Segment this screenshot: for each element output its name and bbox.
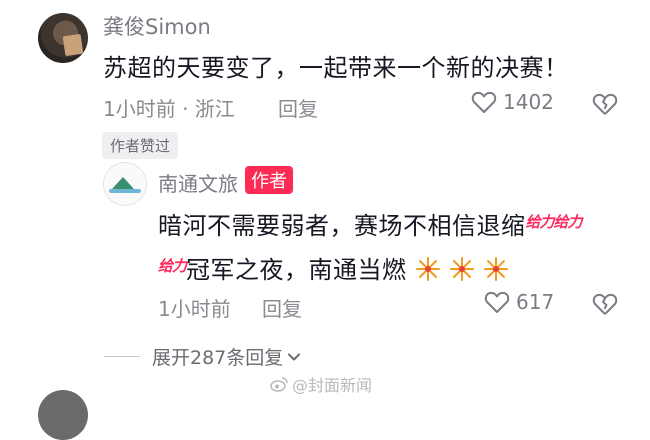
expand-replies-button[interactable]: 展开287条回复 [152,343,302,370]
expand-replies-label: 展开287条回复 [152,347,284,369]
weibo-icon [270,377,288,392]
divider [104,356,140,357]
commenter-username[interactable]: 龚俊Simon [103,11,211,41]
dislike-button-2[interactable] [592,292,618,320]
heart-broken-icon [592,93,618,115]
avatar-author[interactable] [103,162,147,206]
firework-emoji [415,257,440,281]
reply-text-part2: 冠军之夜，南通当燃 [186,256,407,284]
comment-time-location: 1小时前 · 浙江 [103,97,235,121]
avatar-commenter[interactable] [38,13,88,63]
chevron-down-icon [288,353,301,360]
reply-text-line1: 暗河不需要弱者，赛场不相信退缩给力给力 [158,206,583,241]
heart-broken-icon [592,293,618,315]
reply-text-line2: 给力冠军之夜，南通当燃 [158,250,509,285]
like-count-2: 617 [516,290,555,314]
sticker-geili-2: 给力 [158,257,187,275]
sticker-geili: 给力给力 [525,213,583,231]
author-liked-badge: 作者赞过 [102,132,179,159]
reply-text-part1: 暗河不需要弱者，赛场不相信退缩 [158,212,526,240]
firework-emoji [449,257,474,281]
heart-icon [471,91,497,113]
author-tag-badge: 作者 [245,166,293,194]
firework-emoji [483,257,508,281]
reply-button-2[interactable]: 回复 [262,293,302,322]
heart-icon [484,291,510,313]
watermark: @封面新闻 [270,372,372,396]
like-button-2[interactable]: 617 [484,290,554,314]
avatar-next-commenter[interactable] [38,390,88,440]
watermark-text: @封面新闻 [292,376,373,395]
author-username[interactable]: 南通文旅 [158,168,238,197]
like-count: 1402 [503,90,554,114]
reply-button[interactable]: 回复 [278,93,318,122]
like-button[interactable]: 1402 [471,90,554,114]
dislike-button[interactable] [592,92,618,120]
comment-text: 苏超的天要变了，一起带来一个新的决赛！ [103,54,569,82]
reply-time: 1小时前 [158,297,231,321]
